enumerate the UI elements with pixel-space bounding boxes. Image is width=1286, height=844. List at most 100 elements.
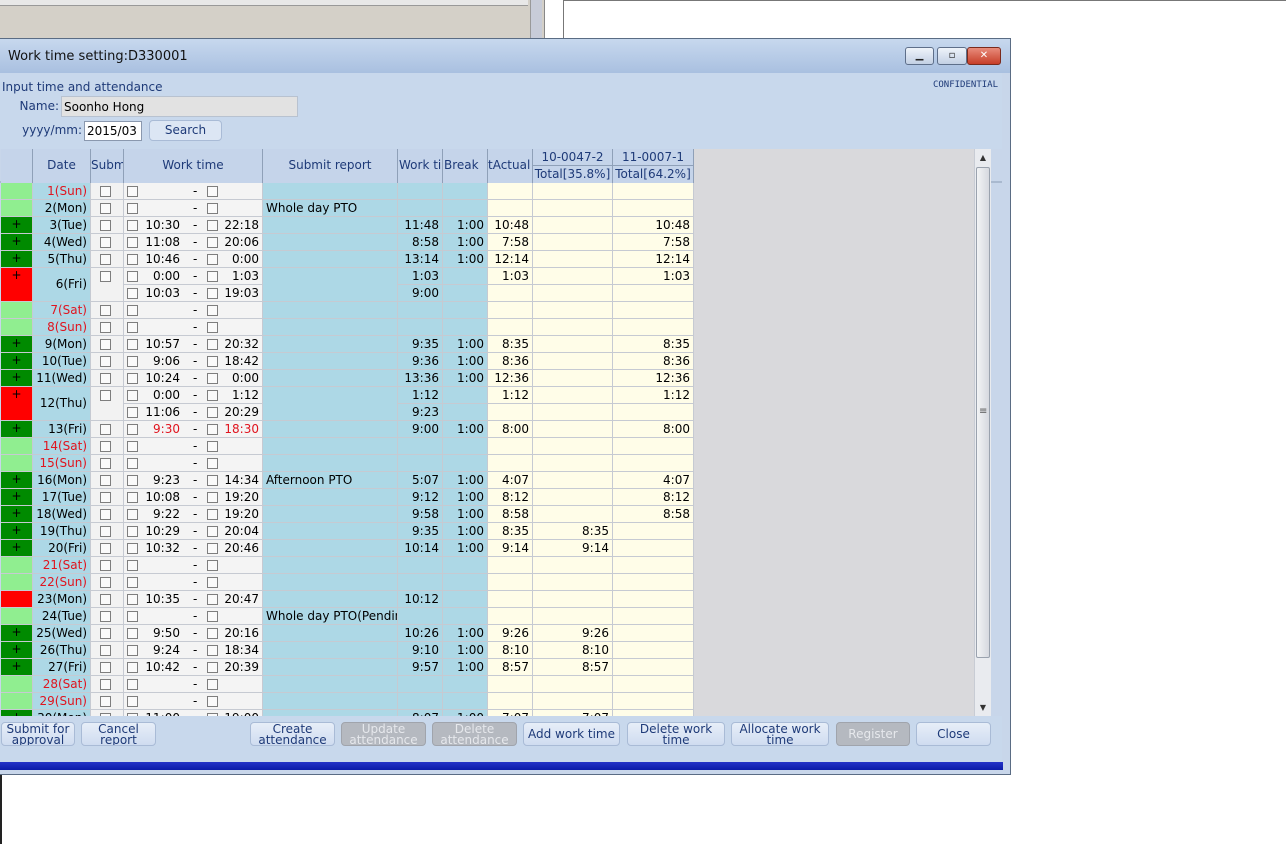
expand-icon[interactable]: +	[1, 506, 32, 520]
end-checkbox[interactable]	[207, 305, 218, 316]
submit-checkbox[interactable]	[100, 492, 111, 503]
end-checkbox[interactable]	[207, 356, 218, 367]
month-input[interactable]: 2015/03	[84, 121, 142, 141]
start-checkbox[interactable]	[127, 254, 138, 265]
submit-checkbox[interactable]	[100, 560, 111, 571]
expand-icon[interactable]: +	[1, 540, 32, 554]
end-checkbox[interactable]	[207, 543, 218, 554]
end-time[interactable]: 20:32	[224, 336, 259, 352]
table-row[interactable]: 29(Sun) -	[1, 693, 694, 710]
submit-checkbox[interactable]	[100, 339, 111, 350]
end-checkbox[interactable]	[207, 390, 218, 401]
end-time[interactable]: 19:20	[224, 489, 259, 505]
start-checkbox[interactable]	[127, 305, 138, 316]
end-time[interactable]: 20:39	[224, 659, 259, 675]
submit-checkbox[interactable]	[100, 424, 111, 435]
register-button[interactable]: Register	[836, 722, 910, 746]
end-checkbox[interactable]	[207, 577, 218, 588]
vertical-scrollbar[interactable]: ▲ ≡ ▼	[974, 149, 991, 716]
table-row[interactable]: 23(Mon) 10:35- 20:47 10:12	[1, 591, 694, 608]
end-checkbox[interactable]	[207, 237, 218, 248]
end-checkbox[interactable]	[207, 458, 218, 469]
start-time[interactable]: 10:57	[145, 336, 180, 352]
table-row[interactable]: +6(Fri) 0:00- 1:03 1:03 1:03 1:03 10:03- 19:03 9…	[1, 268, 694, 302]
scroll-up-icon[interactable]: ▲	[975, 149, 991, 166]
table-row[interactable]: +11(Wed) 10:24-0:00 13:36 1:00 12:36 12:36	[1, 370, 694, 387]
start-checkbox[interactable]	[127, 696, 138, 707]
table-row[interactable]: 2(Mon) - Whole day PTO	[1, 200, 694, 217]
start-checkbox[interactable]	[127, 645, 138, 656]
expand-icon[interactable]: +	[1, 217, 32, 231]
start-checkbox[interactable]	[127, 288, 138, 299]
submit-for-approval-button[interactable]: Submit for approval	[1, 722, 75, 746]
table-row[interactable]: +25(Wed) 9:50-20:16 10:26 1:00 9:26 9:26	[1, 625, 694, 642]
submit-checkbox[interactable]	[100, 679, 111, 690]
start-checkbox[interactable]	[127, 356, 138, 367]
start-checkbox[interactable]	[127, 526, 138, 537]
table-row[interactable]: +10(Tue) 9:06-18:42 9:36 1:00 8:36 8:36	[1, 353, 694, 370]
submit-column-header[interactable]: Subm	[91, 149, 124, 183]
end-time[interactable]: 20:47	[224, 591, 259, 607]
table-row[interactable]: +26(Thu) 9:24-18:34 9:10 1:00 8:10 8:10	[1, 642, 694, 659]
submit-checkbox[interactable]	[100, 271, 111, 282]
start-time[interactable]: 9:50	[153, 625, 180, 641]
table-row[interactable]: 21(Sat) -	[1, 557, 694, 574]
update-attendance-button[interactable]: Updateattendance ap	[341, 722, 426, 746]
end-checkbox[interactable]	[207, 254, 218, 265]
submit-checkbox[interactable]	[100, 645, 111, 656]
end-time[interactable]: 18:42	[224, 353, 259, 369]
start-checkbox[interactable]	[127, 492, 138, 503]
table-row[interactable]: 15(Sun) -	[1, 455, 694, 472]
expand-icon[interactable]: +	[1, 421, 32, 435]
maximize-button[interactable]: ▫	[937, 47, 967, 65]
start-time[interactable]: 11:08	[145, 234, 180, 250]
expand-icon[interactable]: +	[1, 251, 32, 265]
submit-checkbox[interactable]	[100, 322, 111, 333]
end-checkbox[interactable]	[207, 322, 218, 333]
submit-checkbox[interactable]	[100, 203, 111, 214]
start-checkbox[interactable]	[127, 475, 138, 486]
expand-icon[interactable]: +	[1, 387, 32, 401]
start-checkbox[interactable]	[127, 594, 138, 605]
end-time[interactable]: 19:20	[224, 506, 259, 522]
table-row[interactable]: 1(Sun) -	[1, 183, 694, 200]
create-attendance-button[interactable]: Createattendance ap	[250, 722, 335, 746]
end-checkbox[interactable]	[207, 645, 218, 656]
start-time[interactable]: 10:32	[145, 540, 180, 556]
scroll-down-icon[interactable]: ▼	[975, 699, 991, 716]
table-row[interactable]: 14(Sat) -	[1, 438, 694, 455]
table-row[interactable]: 8(Sun) -	[1, 319, 694, 336]
start-checkbox[interactable]	[127, 424, 138, 435]
expand-icon[interactable]: +	[1, 523, 32, 537]
end-checkbox[interactable]	[207, 407, 218, 418]
start-time[interactable]: 10:46	[145, 251, 180, 267]
submit-checkbox[interactable]	[100, 441, 111, 452]
start-time[interactable]: 9:24	[153, 642, 180, 658]
start-checkbox[interactable]	[127, 560, 138, 571]
submit-checkbox[interactable]	[100, 305, 111, 316]
start-checkbox[interactable]	[127, 237, 138, 248]
date-column-header[interactable]: Date	[33, 149, 91, 183]
table-row[interactable]: +20(Fri) 10:32-20:46 10:14 1:00 9:14 9:14	[1, 540, 694, 557]
start-checkbox[interactable]	[127, 390, 138, 401]
start-checkbox[interactable]	[127, 203, 138, 214]
submit-checkbox[interactable]	[100, 254, 111, 265]
break-column-header[interactable]: Break	[443, 149, 488, 183]
start-time[interactable]: 9:06	[153, 353, 180, 369]
start-checkbox[interactable]	[127, 186, 138, 197]
delete-attendance-button[interactable]: Deleteattendance ap	[432, 722, 517, 746]
expand-icon[interactable]: +	[1, 370, 32, 384]
expand-icon[interactable]: +	[1, 659, 32, 673]
table-row[interactable]: +12(Thu) 0:00- 1:12 1:12 1:12 1:12 11:06- 20:29…	[1, 387, 694, 421]
submit-checkbox[interactable]	[100, 628, 111, 639]
submit-checkbox[interactable]	[100, 543, 111, 554]
end-checkbox[interactable]	[207, 271, 218, 282]
start-checkbox[interactable]	[127, 373, 138, 384]
end-checkbox[interactable]	[207, 203, 218, 214]
expand-icon[interactable]: +	[1, 336, 32, 350]
expand-icon[interactable]: +	[1, 353, 32, 367]
expand-icon[interactable]: +	[1, 472, 32, 486]
start-checkbox[interactable]	[127, 407, 138, 418]
submit-checkbox[interactable]	[100, 237, 111, 248]
start-checkbox[interactable]	[127, 339, 138, 350]
